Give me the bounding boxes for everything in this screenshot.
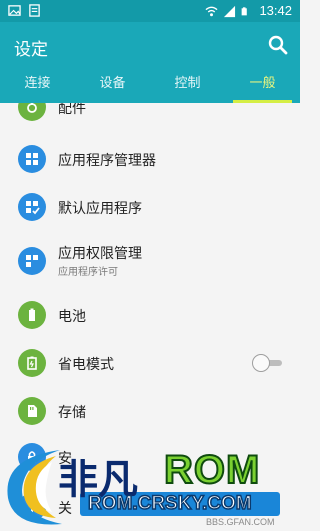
- list-item-app-manager[interactable]: 应用程序管理器: [0, 139, 300, 179]
- search-button[interactable]: [267, 34, 289, 56]
- document-icon: [29, 4, 40, 17]
- tab-device[interactable]: 设备: [75, 68, 150, 103]
- list-item-label: 电池: [58, 309, 86, 325]
- action-bar: 设定: [0, 22, 300, 68]
- default-apps-icon: [18, 193, 46, 221]
- list-item-storage[interactable]: 存储: [0, 391, 300, 431]
- watermark-sub-url: BBS.GFAN.COM: [206, 517, 275, 527]
- storage-icon: [18, 397, 46, 425]
- permissions-icon: [18, 247, 46, 275]
- list-item-label: 应用程序管理器: [58, 153, 156, 169]
- list-item-label: 应用权限管理: [58, 246, 142, 262]
- watermark-brand: ROM: [163, 447, 261, 493]
- image-icon: [8, 5, 21, 16]
- list-item-label: 配件: [58, 103, 86, 117]
- search-icon: [268, 35, 288, 55]
- page-title: 设定: [14, 40, 48, 60]
- status-right-icons: 13:42: [205, 3, 292, 19]
- status-left-icons: [8, 4, 41, 17]
- tab-bar: 连接 设备 控制 一般: [0, 68, 300, 103]
- list-item-accessories[interactable]: 配件: [0, 103, 300, 125]
- watermark-url: ROM.CRSKY.COM: [87, 492, 252, 515]
- toggle-knob: [252, 354, 270, 372]
- power-saving-toggle[interactable]: [252, 354, 284, 372]
- power-saving-icon: [18, 349, 46, 377]
- list-item-power-saving[interactable]: 省电模式: [0, 343, 300, 383]
- list-item-label: 默认应用程序: [58, 201, 142, 217]
- status-bar: 13:42: [0, 0, 300, 22]
- watermark: 非凡 ROM ROM.CRSKY.COM BBS.GFAN.COM: [0, 440, 300, 531]
- list-item-default-apps[interactable]: 默认应用程序: [0, 187, 300, 227]
- list-item-label: 存储: [58, 405, 86, 421]
- battery-icon: [242, 6, 248, 15]
- tab-connections[interactable]: 连接: [0, 68, 75, 103]
- tab-general[interactable]: 一般: [225, 68, 300, 103]
- wifi-icon: [205, 6, 218, 16]
- list-item-battery[interactable]: 电池: [0, 295, 300, 335]
- list-item-app-permissions[interactable]: 应用权限管理 应用程序许可: [0, 239, 300, 287]
- signal-icon: [224, 5, 236, 17]
- tab-controls[interactable]: 控制: [150, 68, 225, 103]
- list-item-label: 省电模式: [58, 357, 114, 373]
- apps-grid-icon: [18, 145, 46, 173]
- accessory-icon: [18, 103, 46, 121]
- status-clock: 13:42: [259, 3, 292, 18]
- list-item-sublabel: 应用程序许可: [58, 267, 118, 278]
- battery-item-icon: [18, 301, 46, 329]
